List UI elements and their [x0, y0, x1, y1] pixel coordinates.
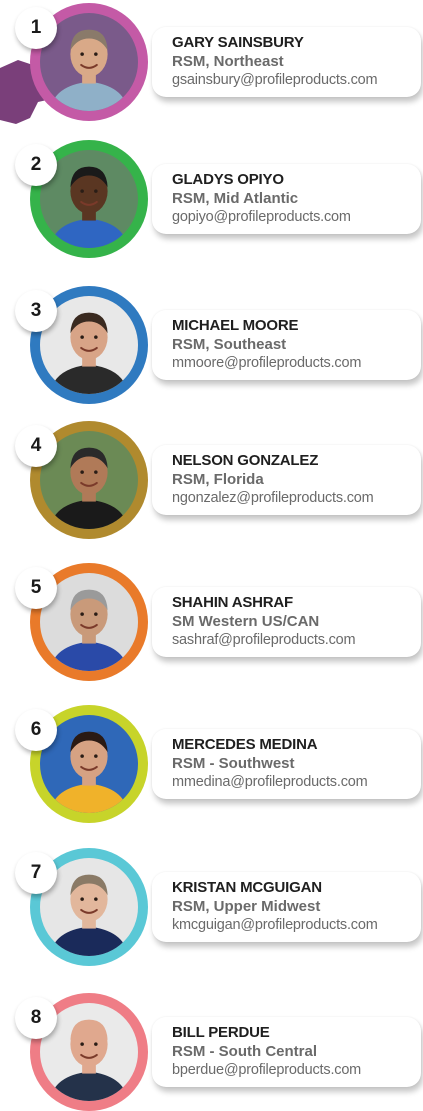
- rep-name: GARY SAINSBURY: [172, 34, 304, 51]
- rep-email[interactable]: sashraf@profileproducts.com: [172, 631, 415, 650]
- rep-title: RSM, Mid Atlantic: [172, 190, 299, 207]
- rep-email[interactable]: kmcguigan@profileproducts.com: [172, 916, 415, 935]
- rep-number-badge: 8: [15, 997, 57, 1039]
- rep-card: 6 MERCEDES MEDINA RSM - Southwest mmedin…: [0, 702, 423, 823]
- rep-card: 4 NELSON GONZALEZ RSM, Florida ngonzalez…: [0, 418, 423, 539]
- rep-number-badge: 3: [15, 290, 57, 332]
- contact-card: GLADYS OPIYO RSM, Mid Atlantic gopiyo@pr…: [152, 164, 421, 234]
- rep-name: GLADYS OPIYO: [172, 171, 284, 188]
- contact-card: KRISTAN MCGUIGAN RSM, Upper Midwest kmcg…: [152, 872, 421, 942]
- rep-name: BILL PERDUE: [172, 1024, 270, 1041]
- rep-email[interactable]: mmedina@profileproducts.com: [172, 773, 415, 792]
- rep-email[interactable]: mmoore@profileproducts.com: [172, 354, 415, 373]
- rep-number-badge: 4: [15, 425, 57, 467]
- rep-email[interactable]: ngonzalez@profileproducts.com: [172, 489, 415, 508]
- rep-title: SM Western US/CAN: [172, 613, 320, 630]
- rep-title: RSM - South Central: [172, 1043, 317, 1060]
- rep-card: 2 GLADYS OPIYO RSM, Mid Atlantic gopiyo@…: [0, 137, 423, 258]
- rep-title: RSM, Florida: [172, 471, 264, 488]
- rep-list: 1 GARY SAINSBURY RSM, Northeast gsainsbu…: [0, 0, 423, 1111]
- rep-title: RSM, Southeast: [172, 336, 287, 353]
- contact-card: MERCEDES MEDINA RSM - Southwest mmedina@…: [152, 729, 421, 799]
- rep-title: RSM, Northeast: [172, 53, 284, 70]
- rep-email[interactable]: bperdue@profileproducts.com: [172, 1061, 415, 1080]
- rep-name: KRISTAN MCGUIGAN: [172, 879, 322, 896]
- rep-title: RSM - Southwest: [172, 755, 295, 772]
- contact-card: MICHAEL MOORE RSM, Southeast mmoore@prof…: [152, 310, 421, 380]
- rep-name: SHAHIN ASHRAF: [172, 594, 294, 611]
- rep-name: MERCEDES MEDINA: [172, 736, 318, 753]
- rep-card: 8 BILL PERDUE RSM - South Central bperdu…: [0, 990, 423, 1111]
- rep-title: RSM, Upper Midwest: [172, 898, 321, 915]
- rep-card: 1 GARY SAINSBURY RSM, Northeast gsainsbu…: [0, 0, 423, 121]
- rep-number-badge: 5: [15, 567, 57, 609]
- rep-number-badge: 6: [15, 709, 57, 751]
- contact-card: SHAHIN ASHRAF SM Western US/CAN sashraf@…: [152, 587, 421, 657]
- rep-name: MICHAEL MOORE: [172, 317, 299, 334]
- contact-card: NELSON GONZALEZ RSM, Florida ngonzalez@p…: [152, 445, 421, 515]
- rep-card: 5 SHAHIN ASHRAF SM Western US/CAN sashra…: [0, 560, 423, 681]
- rep-name: NELSON GONZALEZ: [172, 452, 319, 469]
- contact-card: BILL PERDUE RSM - South Central bperdue@…: [152, 1017, 421, 1087]
- rep-card: 3 MICHAEL MOORE RSM, Southeast mmoore@pr…: [0, 283, 423, 404]
- rep-number-badge: 1: [15, 7, 57, 49]
- rep-number-badge: 7: [15, 852, 57, 894]
- rep-number-badge: 2: [15, 144, 57, 186]
- rep-email[interactable]: gsainsbury@profileproducts.com: [172, 71, 415, 90]
- contact-card: GARY SAINSBURY RSM, Northeast gsainsbury…: [152, 27, 421, 97]
- rep-card: 7 KRISTAN MCGUIGAN RSM, Upper Midwest km…: [0, 845, 423, 966]
- rep-email[interactable]: gopiyo@profileproducts.com: [172, 208, 415, 227]
